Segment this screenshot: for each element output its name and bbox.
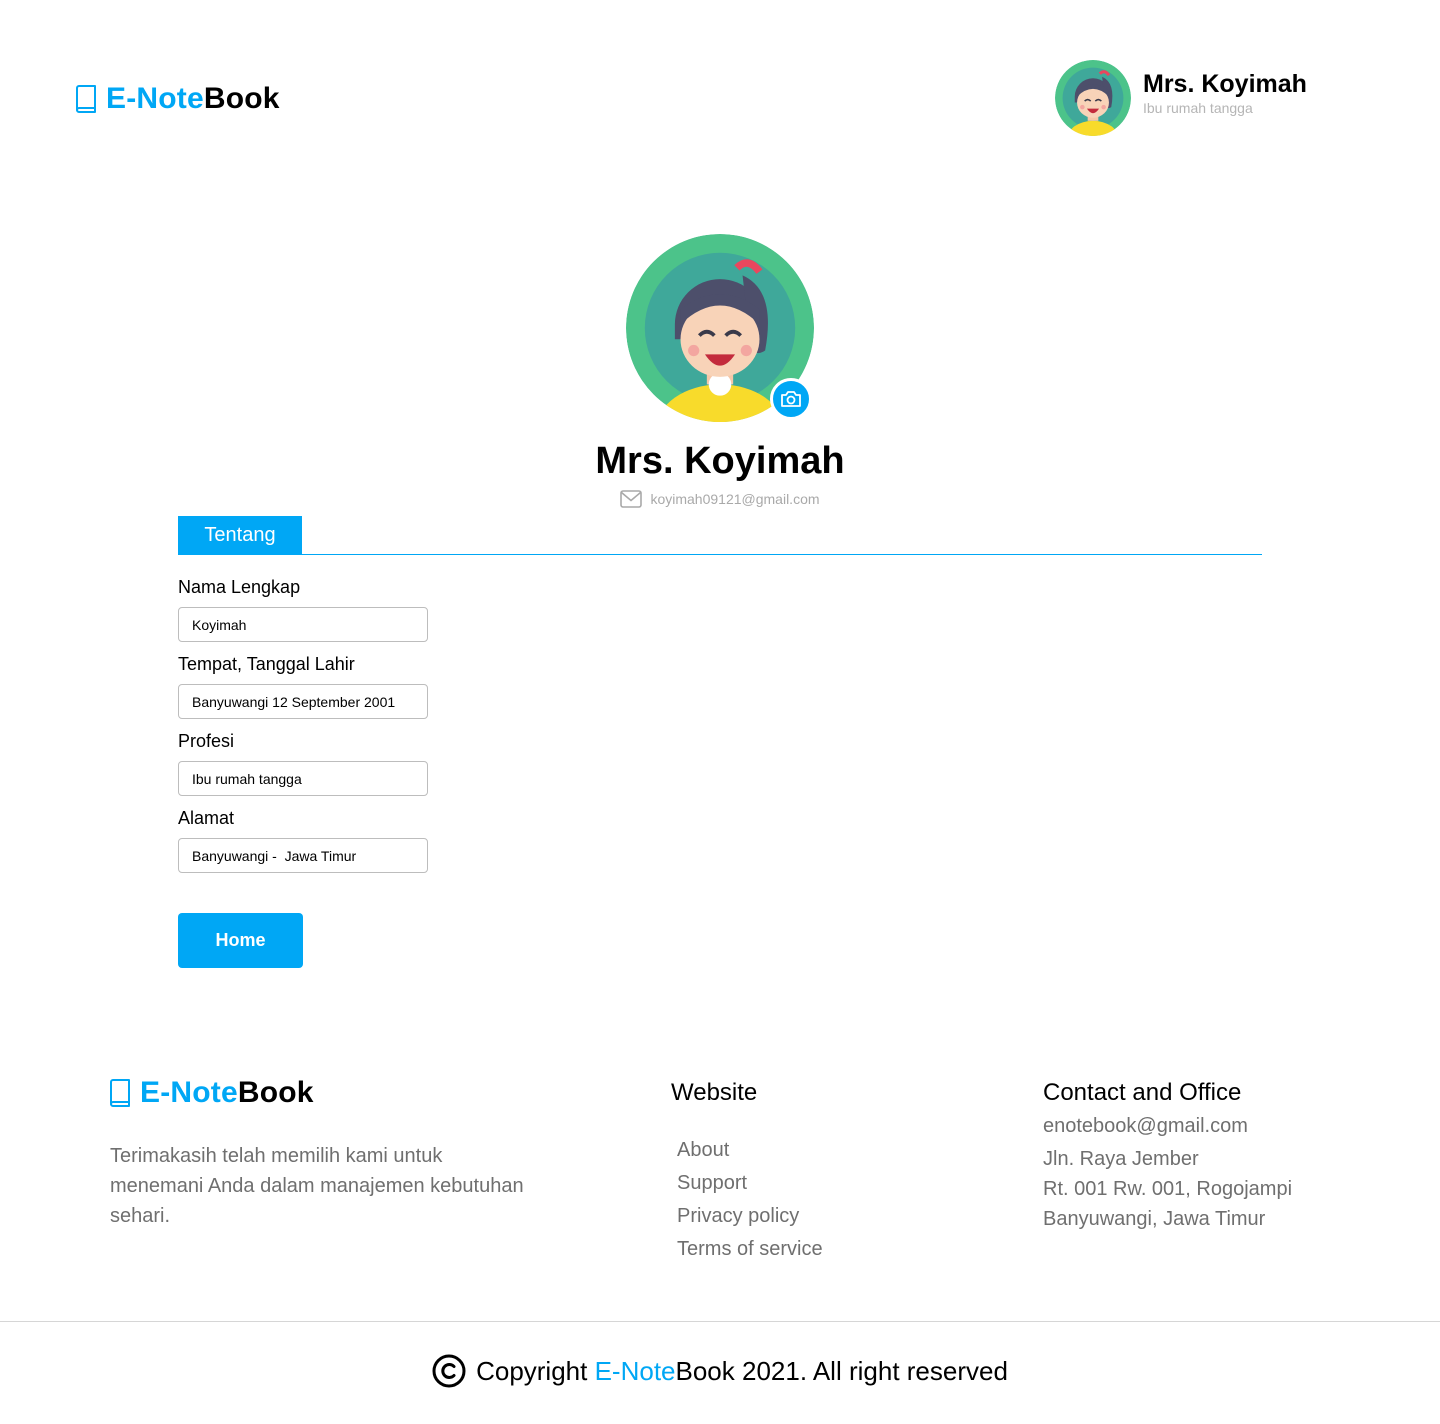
copyright-text: Copyright E-NoteBook 2021. All right res… <box>476 1355 1008 1386</box>
profile-email-row: koyimah09121@gmail.com <box>0 490 1440 508</box>
field-label-profesi: Profesi <box>178 731 235 751</box>
nama-lengkap-field[interactable] <box>178 607 428 642</box>
footer-contact-email[interactable]: enotebook@gmail.com <box>1043 1115 1248 1138</box>
alamat-field[interactable] <box>178 838 428 873</box>
brand-logo[interactable]: E-NoteBook <box>74 82 280 116</box>
profile-name: Mrs. Koyimah <box>595 440 845 482</box>
header-user-role: Ibu rumah tangga <box>1143 100 1253 116</box>
field-label-alamat: Alamat <box>178 808 235 828</box>
tab-underline <box>178 554 1262 555</box>
copyright-icon <box>432 1354 466 1388</box>
book-icon <box>110 1079 130 1107</box>
tab-tentang[interactable]: Tentang <box>178 516 302 554</box>
footer-link-terms[interactable]: Terms of service <box>677 1238 823 1261</box>
field-label-nama: Nama Lengkap <box>178 577 301 597</box>
header-avatar[interactable] <box>1055 60 1131 136</box>
change-photo-button[interactable] <box>770 378 812 420</box>
profile-email: koyimah09121@gmail.com <box>650 491 820 507</box>
book-icon <box>76 85 96 113</box>
field-label-ttl: Tempat, Tanggal Lahir <box>178 654 355 674</box>
footer-website-heading: Website <box>671 1079 758 1106</box>
footer-contact-heading: Contact and Office <box>1043 1079 1242 1106</box>
footer-link-about[interactable]: About <box>677 1139 729 1162</box>
home-button[interactable]: Home <box>178 913 303 968</box>
footer-brand-name: E-NoteBook <box>140 1076 314 1109</box>
brand-name: E-NoteBook <box>106 82 280 115</box>
footer-brand-logo[interactable]: E-NoteBook <box>108 1076 314 1110</box>
footer-contact-address-2: Rt. 001 Rw. 001, Rogojampi <box>1043 1178 1293 1200</box>
mail-icon <box>620 490 643 508</box>
footer-description: Terimakasih telah memilih kami untuk men… <box>110 1145 524 1227</box>
header-user-name: Mrs. Koyimah <box>1143 70 1307 98</box>
copyright: Copyright E-NoteBook 2021. All right res… <box>0 1354 1440 1388</box>
footer-contact-address-3: Banyuwangi, Jawa Timur <box>1043 1208 1266 1230</box>
footer-contact-address-1: Jln. Raya Jember <box>1043 1148 1199 1170</box>
footer-link-support[interactable]: Support <box>677 1172 747 1195</box>
camera-icon <box>781 391 801 407</box>
profesi-field[interactable] <box>178 761 428 796</box>
footer-link-privacy[interactable]: Privacy policy <box>677 1205 799 1228</box>
footer-divider <box>0 1321 1440 1322</box>
tempat-tanggal-lahir-field[interactable] <box>178 684 428 719</box>
